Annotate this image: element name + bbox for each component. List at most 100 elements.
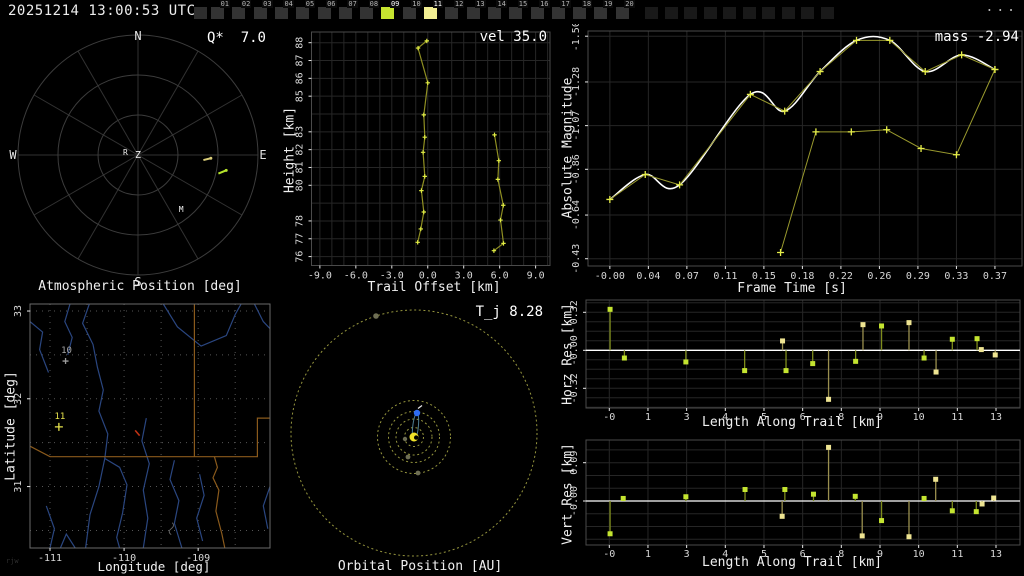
frame-square — [402, 7, 416, 19]
svg-text:W: W — [9, 148, 17, 162]
frame-box-blank[interactable] — [742, 0, 760, 24]
frame-square — [742, 7, 756, 19]
frame-square — [530, 7, 544, 19]
frame-square — [801, 7, 814, 19]
horz-caption: Length Along Trail [km] — [701, 415, 883, 430]
mass-badge: mass -2.94 — [934, 29, 1019, 45]
frame-box-14[interactable]: 14 — [487, 0, 507, 24]
frame-square — [445, 7, 459, 19]
svg-text:1: 1 — [645, 412, 651, 423]
frame-box-09[interactable]: 09 — [381, 0, 401, 24]
frame-box-07[interactable]: 07 — [338, 0, 358, 24]
frame-box-blank[interactable] — [801, 0, 818, 24]
frame-box-blank[interactable] — [820, 0, 838, 24]
watermark: rjw — [6, 557, 19, 565]
svg-text:N: N — [134, 29, 141, 43]
frame-number: 08 — [368, 0, 380, 8]
orbit-plot — [290, 309, 538, 557]
frame-box-10[interactable]: 10 — [402, 0, 422, 24]
frame-box-blank[interactable] — [684, 0, 701, 24]
frame-box-12[interactable]: 12 — [445, 0, 465, 24]
frame-number: 03 — [262, 0, 273, 8]
frame-box-blank[interactable] — [703, 0, 721, 24]
svg-text:E: E — [259, 148, 266, 162]
trail-offset-plot: -9.0 -6.0 -3.0 0.0 3.0 6.0 9.07677788081828385… — [295, 31, 551, 282]
frame-box-blank[interactable] — [664, 0, 682, 24]
svg-text:-9.0: -9.0 — [308, 271, 332, 282]
svg-text:10: 10 — [61, 346, 72, 356]
frame-square — [684, 7, 697, 19]
svg-text:11: 11 — [951, 412, 963, 423]
frame-box-01[interactable]: 01 — [211, 0, 230, 24]
magnitude-plot: -0.00 0.04 0.07 0.11 0.15 0.18 0.22 0.26 0.29 0.3… — [571, 24, 1023, 282]
frame-box-04[interactable]: 04 — [274, 0, 294, 24]
svg-text:1: 1 — [645, 549, 651, 560]
frame-box-blank[interactable] — [723, 0, 740, 24]
frame-square — [466, 7, 480, 19]
frame-square — [723, 7, 736, 19]
frame-box-06[interactable]: 06 — [317, 0, 337, 24]
frame-box-17[interactable]: 17 — [551, 0, 571, 24]
frame-box-blank[interactable] — [645, 0, 662, 24]
svg-text:86: 86 — [295, 72, 306, 84]
trail-offset-panel: -9.0 -6.0 -3.0 0.0 3.0 6.0 9.0 76 77 78 80 81 82 83 85… — [280, 24, 560, 296]
frame-box-15[interactable]: 15 — [509, 0, 529, 24]
ground-map-panel: 10 11 -111 -110 -109 31 32 33 Latitude [deg] Lo… — [0, 296, 280, 576]
svg-text:R: R — [123, 148, 128, 157]
frame-box-08[interactable]: 08 — [360, 0, 380, 24]
orbit-panel: T_j 8.28 Orbital Position [AU] — [280, 296, 560, 576]
frame-box-13[interactable]: 13 — [466, 0, 486, 24]
svg-text:87: 87 — [295, 54, 306, 66]
overflow-menu[interactable]: ... — [986, 0, 1018, 15]
horz-y-axis-label: Horz Res [km] — [560, 303, 576, 405]
svg-text:M: M — [179, 205, 184, 214]
frame-number: 05 — [304, 0, 316, 8]
frame-box-18[interactable]: 18 — [573, 0, 593, 24]
frame-square — [509, 7, 523, 19]
frame-number: 04 — [283, 0, 294, 8]
frame-number: 11 — [432, 0, 443, 8]
svg-text:0.11: 0.11 — [713, 271, 737, 282]
svg-text:77: 77 — [295, 233, 306, 245]
frame-number: 06 — [326, 0, 337, 8]
svg-text:-111: -111 — [38, 553, 62, 564]
frame-box-20[interactable]: 20 — [615, 0, 635, 24]
svg-text:10: 10 — [913, 549, 925, 560]
frame-box-05[interactable]: 05 — [296, 0, 316, 24]
svg-text:-1.50: -1.50 — [571, 24, 582, 51]
svg-text:0.33: 0.33 — [944, 271, 968, 282]
frame-square — [664, 7, 678, 19]
svg-text:-0.00: -0.00 — [595, 271, 625, 282]
svg-text:76: 76 — [295, 251, 306, 263]
svg-text:0.29: 0.29 — [906, 271, 930, 282]
frame-square — [551, 7, 565, 19]
frame-square — [594, 7, 608, 19]
svg-text:0.04: 0.04 — [636, 271, 660, 282]
frame-box-blank[interactable] — [762, 0, 779, 24]
atmospheric-position-panel: NESWZRM Q* 7.0 Atmospheric Position [deg… — [0, 24, 280, 296]
ground-map-plot: 1011-111 -110 -109313233 — [13, 303, 271, 564]
svg-text:10: 10 — [913, 412, 925, 423]
vert-residuals-panel: -0 1 3 4 5 6 8 9 10 11 13 0.09 -0.00 Vert Res [km] L… — [560, 436, 1024, 576]
frame-number: 01 — [219, 0, 230, 8]
svg-text:-0.43: -0.43 — [571, 244, 582, 274]
svg-text:13: 13 — [990, 549, 1002, 560]
frame-number: 14 — [496, 0, 507, 8]
atmospheric-caption: Atmospheric Position [deg] — [38, 279, 242, 294]
frame-box-19[interactable]: 19 — [594, 0, 614, 24]
frame-square — [274, 7, 288, 19]
frame-number: 09 — [389, 0, 401, 8]
frame-square — [232, 7, 246, 19]
frame-box-02[interactable]: 02 — [232, 0, 252, 24]
magnitude-y-axis-label: Absolute Magnitude — [560, 77, 576, 219]
svg-text:78: 78 — [295, 215, 306, 227]
svg-text:0.37: 0.37 — [983, 271, 1007, 282]
frame-square — [381, 7, 395, 19]
frame-box-16[interactable]: 16 — [530, 0, 550, 24]
frame-box-11[interactable]: 11 — [424, 0, 443, 24]
frame-box-03[interactable]: 03 — [253, 0, 273, 24]
frame-box-blank[interactable] — [194, 0, 211, 24]
frame-box-blank[interactable] — [781, 0, 799, 24]
frame-square — [211, 7, 224, 19]
frame-number: 12 — [453, 0, 465, 8]
